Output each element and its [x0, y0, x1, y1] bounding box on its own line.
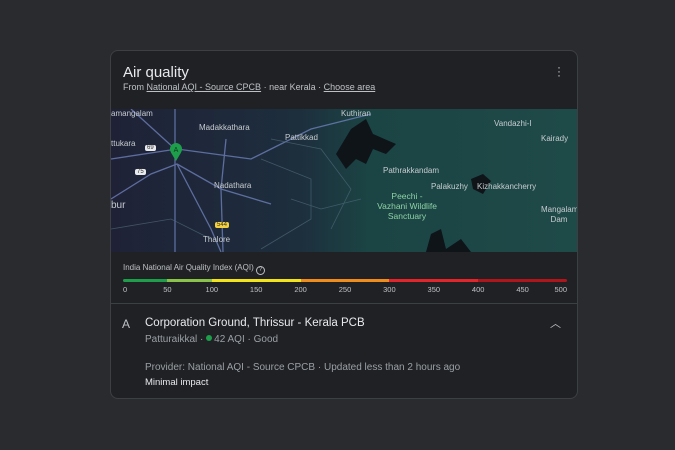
aqi-scale-title: India National Air Quality Index (AQI)	[123, 263, 254, 272]
park-label: Peechi -Vazhani Wildlife Sanctuary	[377, 191, 437, 221]
air-quality-card: Air quality From National AQI - Source C…	[110, 50, 578, 399]
map-label: Mangalam Dam	[541, 205, 578, 224]
route-shield: 69	[145, 145, 156, 151]
aqi-value: 42 AQI	[214, 334, 245, 345]
aqi-tick: 300	[383, 285, 396, 294]
aqi-tick: 400	[471, 285, 485, 294]
aqi-scale-label: India National Air Quality Index (AQI) ?	[123, 263, 265, 275]
map-background	[111, 109, 577, 252]
map-label: Vandazhi-I	[494, 119, 532, 128]
more-options-icon[interactable]: · · ·	[557, 61, 561, 81]
location-marker-icon[interactable]: A	[169, 142, 183, 162]
map-label: Kuthiran	[341, 109, 371, 118]
station-name[interactable]: Corporation Ground, Thrissur - Kerala PC…	[145, 317, 365, 329]
aqi-segment	[389, 279, 479, 282]
station-letter: A	[122, 317, 131, 331]
divider	[111, 303, 577, 304]
station-meta: Patturaikkal · 42 AQI · Good	[145, 334, 279, 345]
aqi-tick: 350	[427, 285, 441, 294]
aqi-status: Good	[253, 334, 279, 345]
location-text: near Kerala	[269, 82, 316, 92]
aqi-tick: 100	[205, 285, 219, 294]
aqi-tick: 250	[338, 285, 352, 294]
map-label: Pathrakkandam	[383, 166, 440, 175]
map-label: Thalore	[203, 235, 231, 244]
aqi-segment	[167, 279, 212, 282]
source-line: From National AQI - Source CPCB · near K…	[123, 82, 375, 92]
map-label: Nadathara	[214, 181, 252, 190]
map-label: Pattikkad	[285, 133, 318, 142]
aqi-tick: 450	[516, 285, 529, 294]
source-link[interactable]: National AQI - Source CPCB	[147, 82, 262, 92]
aqi-segment	[123, 279, 168, 282]
aqi-tick: 200	[294, 285, 307, 294]
map-label: Kizhakkancherry	[477, 182, 537, 191]
provider-line: Provider: National AQI - Source CPCB · U…	[145, 362, 461, 373]
separator: ·	[263, 82, 267, 92]
separator: ·	[318, 82, 322, 92]
map-label: bur	[111, 200, 126, 211]
map-label: Madakkathara	[199, 123, 250, 132]
aqi-scale-ticks: 0 50 100 150 200 250 300 350 400 450 500	[123, 285, 567, 295]
choose-area-link[interactable]: Choose area	[324, 82, 376, 92]
map-label: Kairady	[541, 134, 569, 143]
aqi-tick: 500	[554, 285, 567, 294]
status-dot-icon	[206, 335, 213, 341]
route-shield: 544	[215, 222, 230, 228]
map-label: amangalam	[111, 109, 153, 118]
map-label: ttukara	[111, 139, 136, 148]
aqi-segment	[300, 279, 390, 282]
aqi-scale-bar	[123, 279, 567, 282]
aqi-tick: 50	[163, 285, 172, 294]
svg-text:A: A	[174, 147, 179, 154]
route-shield: 75	[135, 169, 146, 175]
aqi-segment	[211, 279, 301, 282]
chevron-up-icon[interactable]: ︿	[550, 315, 561, 331]
aqi-tick: 150	[249, 285, 263, 294]
aqi-segment	[478, 279, 567, 282]
map[interactable]: amangalam Madakkathara Kuthiran Pattikka…	[111, 109, 578, 252]
provider-text: Provider: National AQI - Source CPCB	[145, 362, 316, 373]
impact-text: Minimal impact	[145, 377, 209, 388]
aqi-tick: 0	[123, 285, 128, 294]
station-area: Patturaikkal	[145, 334, 198, 345]
map-label: Palakuzhy	[431, 182, 468, 191]
card-title: Air quality	[123, 64, 189, 81]
updated-text: Updated less than 2 hours ago	[323, 362, 461, 373]
from-label: From	[123, 82, 144, 92]
help-icon[interactable]: ?	[255, 266, 265, 275]
